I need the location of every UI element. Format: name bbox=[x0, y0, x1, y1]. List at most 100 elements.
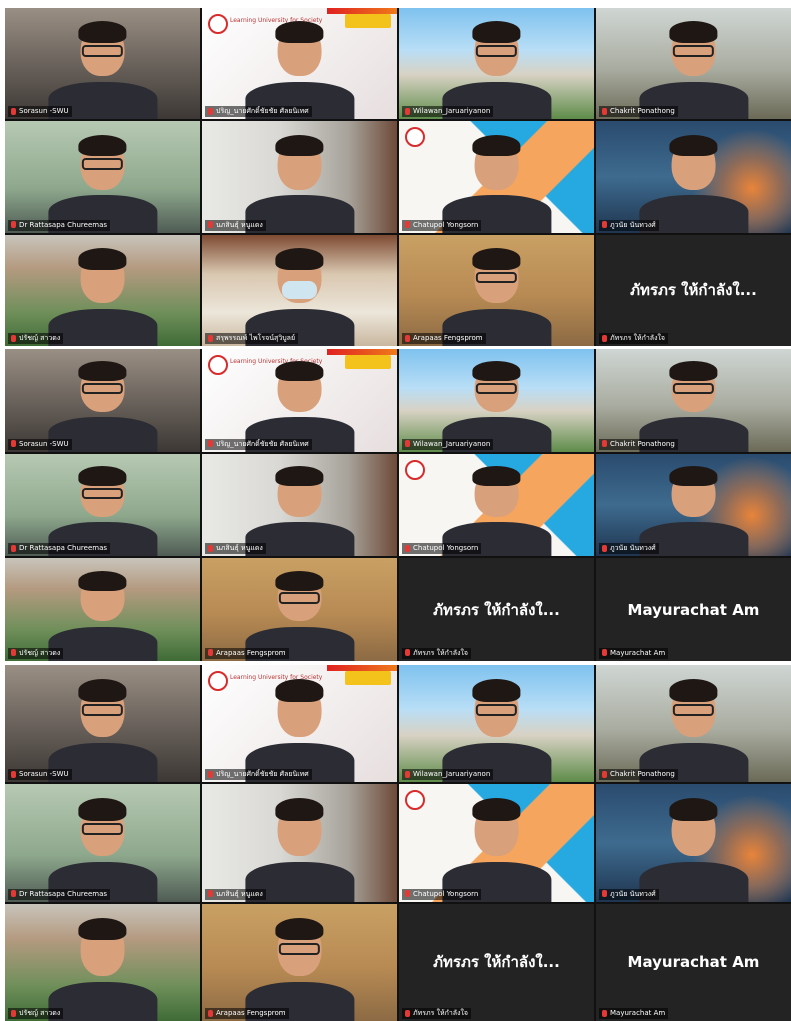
participant-hair bbox=[275, 21, 324, 43]
muted-mic-icon bbox=[405, 649, 410, 657]
participant-video-tile[interactable]: Wilawan_Jaruariyanon bbox=[399, 665, 594, 783]
participant-video-tile[interactable]: Arapaas Fengsprom bbox=[202, 558, 397, 661]
participant-hair bbox=[669, 798, 718, 822]
face-mask-icon bbox=[282, 281, 317, 299]
participant-video bbox=[47, 248, 158, 346]
participant-name-text: ปริญ_นายศักดิ์ชัยชัย ศัลยนิเทศ bbox=[216, 770, 309, 779]
participant-name-label: Sorasun -SWU bbox=[8, 769, 72, 781]
participant-video-tile[interactable]: Sorasun -SWU bbox=[5, 349, 200, 452]
participant-hair bbox=[275, 570, 324, 591]
participant-hair bbox=[275, 798, 324, 822]
participant-name-text: ภูวนัย นันทวงศ์ bbox=[610, 220, 656, 229]
participant-name-label: Mayurachat Am bbox=[599, 647, 669, 659]
muted-mic-icon bbox=[602, 107, 607, 115]
participant-video-tile[interactable]: Learning University for Society ปริญ_นายศ… bbox=[202, 665, 397, 783]
muted-mic-icon bbox=[602, 649, 607, 657]
participant-video-tile[interactable]: Sorasun -SWU bbox=[5, 665, 200, 783]
participant-video bbox=[638, 798, 749, 902]
participant-video bbox=[47, 134, 158, 233]
participant-hair bbox=[78, 679, 127, 702]
participant-video-tile[interactable]: Dr Rattasapa Chureemas bbox=[5, 121, 200, 233]
participant-name-text: สรุพรรณพ์ ไพโรจน์สุวิบูลย์ bbox=[216, 334, 296, 342]
participant-video-tile[interactable]: Chakrit Ponathong bbox=[596, 8, 791, 120]
participant-hair bbox=[78, 570, 127, 591]
participant-video-tile[interactable]: Chakrit Ponathong bbox=[596, 349, 791, 452]
participant-video bbox=[244, 248, 355, 346]
participant-video-tile[interactable]: Arapaas Fengsprom bbox=[399, 234, 594, 346]
participant-video-tile[interactable]: นภสินธุ์ หนูแดง bbox=[202, 121, 397, 233]
participant-video-tile[interactable]: ภัทรภร ให้กำลังใ... ภัทรภร ให้กำลังใจ bbox=[399, 903, 594, 1021]
muted-mic-icon bbox=[11, 334, 16, 342]
participant-video-tile[interactable]: ภูวนัย นันทวงศ์ bbox=[596, 121, 791, 233]
participant-hair bbox=[78, 798, 127, 822]
participant-video bbox=[47, 21, 158, 120]
participant-video-tile[interactable]: ภูวนัย นันทวงศ์ bbox=[596, 453, 791, 557]
participant-video bbox=[441, 679, 552, 783]
participant-name-label: Arapaas Fengsprom bbox=[205, 647, 289, 659]
participant-name-text: ภัทรภร ให้กำลังใจ bbox=[610, 334, 666, 342]
glasses-icon bbox=[475, 44, 518, 57]
muted-mic-icon bbox=[208, 107, 213, 115]
participant-video-tile[interactable]: Arapaas Fengsprom bbox=[202, 903, 397, 1021]
participant-video-tile[interactable]: Chakrit Ponathong bbox=[596, 665, 791, 783]
participant-video-tile[interactable]: ภูวนัย นันทวงศ์ bbox=[596, 784, 791, 902]
participant-name-text: ภูวนัย นันทวงศ์ bbox=[610, 889, 656, 898]
participant-name-text: Sorasun -SWU bbox=[19, 107, 69, 116]
participant-name-text: Arapaas Fengsprom bbox=[216, 1009, 286, 1017]
participant-video-tile[interactable]: ภัทรภร ให้กำลังใ... ภัทรภร ให้กำลังใจ bbox=[399, 558, 594, 661]
participant-video bbox=[244, 679, 355, 783]
participant-video-tile[interactable]: Learning University for Society ปริญ_นายศ… bbox=[202, 8, 397, 120]
participant-video-tile[interactable]: Wilawan_Jaruariyanon bbox=[399, 8, 594, 120]
participant-name-label: ปริญ_นายศักดิ์ชัยชัย ศัลยนิเทศ bbox=[205, 106, 312, 118]
participant-name-label: Dr Rattasapa Chureemas bbox=[8, 219, 111, 231]
muted-mic-icon bbox=[405, 890, 410, 898]
participant-video-tile[interactable]: Chatupol Yongsorn bbox=[399, 453, 594, 557]
glasses-icon bbox=[81, 44, 124, 57]
participant-name-label: นภสินธุ์ หนูแดง bbox=[205, 543, 266, 555]
participant-hair bbox=[472, 679, 521, 702]
participant-hair bbox=[669, 465, 718, 486]
participant-video-tile[interactable]: Learning University for Society ปริญ_นายศ… bbox=[202, 349, 397, 452]
participant-video-tile[interactable]: Dr Rattasapa Chureemas bbox=[5, 453, 200, 557]
muted-mic-icon bbox=[11, 544, 16, 552]
participant-video-tile[interactable]: ภัทรภร ให้กำลังใ... ภัทรภร ให้กำลังใจ bbox=[596, 234, 791, 346]
participant-name-label: Arapaas Fengsprom bbox=[205, 1008, 289, 1019]
participant-name-text: ปรัชญ์ สาวดง bbox=[19, 334, 61, 342]
participant-video bbox=[638, 21, 749, 120]
glasses-icon bbox=[672, 44, 715, 57]
muted-mic-icon bbox=[11, 770, 16, 778]
participant-video-tile[interactable]: ปรัชญ์ สาวดง bbox=[5, 234, 200, 346]
participant-name-text: Chatupol Yongsorn bbox=[413, 220, 479, 229]
participant-name-label: นภสินธุ์ หนูแดง bbox=[205, 219, 266, 231]
participant-name-label: Chakrit Ponathong bbox=[599, 769, 678, 781]
participant-video-tile[interactable]: Chatupol Yongsorn bbox=[399, 121, 594, 233]
participant-video-tile[interactable]: ปรัชญ์ สาวดง bbox=[5, 903, 200, 1021]
participant-video-tile[interactable]: Mayurachat Am Mayurachat Am bbox=[596, 903, 791, 1021]
participant-name-text: Dr Rattasapa Chureemas bbox=[19, 220, 108, 229]
muted-mic-icon bbox=[208, 649, 213, 657]
participant-video-tile[interactable]: Chatupol Yongsorn bbox=[399, 784, 594, 902]
glasses-icon bbox=[278, 592, 321, 604]
participant-name-label: นภสินธุ์ หนูแดง bbox=[205, 888, 266, 900]
participant-video-tile[interactable]: Dr Rattasapa Chureemas bbox=[5, 784, 200, 902]
participant-name-text: นภสินธุ์ หนูแดง bbox=[216, 889, 263, 898]
muted-mic-icon bbox=[405, 770, 410, 778]
participant-video-tile[interactable]: นภสินธุ์ หนูแดง bbox=[202, 784, 397, 902]
participant-video-tile[interactable]: Mayurachat Am Mayurachat Am bbox=[596, 558, 791, 661]
muted-mic-icon bbox=[208, 890, 213, 898]
gallery-view-panel-2: Sorasun -SWU Learning University for Soci… bbox=[5, 349, 791, 661]
gallery-view-panel-3: Sorasun -SWU Learning University for Soci… bbox=[5, 665, 791, 1021]
participant-name-text: Dr Rattasapa Chureemas bbox=[19, 544, 108, 553]
muted-mic-icon bbox=[11, 440, 16, 448]
participant-video-tile[interactable]: ปรัชญ์ สาวดง bbox=[5, 558, 200, 661]
participant-hair bbox=[472, 465, 521, 486]
participant-name-label: สรุพรรณพ์ ไพโรจน์สุวิบูลย์ bbox=[205, 333, 299, 344]
participant-video-tile[interactable]: Wilawan_Jaruariyanon bbox=[399, 349, 594, 452]
glasses-icon bbox=[475, 703, 518, 717]
participant-name-label: Chatupol Yongsorn bbox=[402, 543, 482, 555]
participant-name-text: Wilawan_Jaruariyanon bbox=[413, 439, 491, 448]
participant-video bbox=[441, 21, 552, 120]
participant-video-tile[interactable]: สรุพรรณพ์ ไพโรจน์สุวิบูลย์ bbox=[202, 234, 397, 346]
participant-video-tile[interactable]: นภสินธุ์ หนูแดง bbox=[202, 453, 397, 557]
participant-video-tile[interactable]: Sorasun -SWU bbox=[5, 8, 200, 120]
